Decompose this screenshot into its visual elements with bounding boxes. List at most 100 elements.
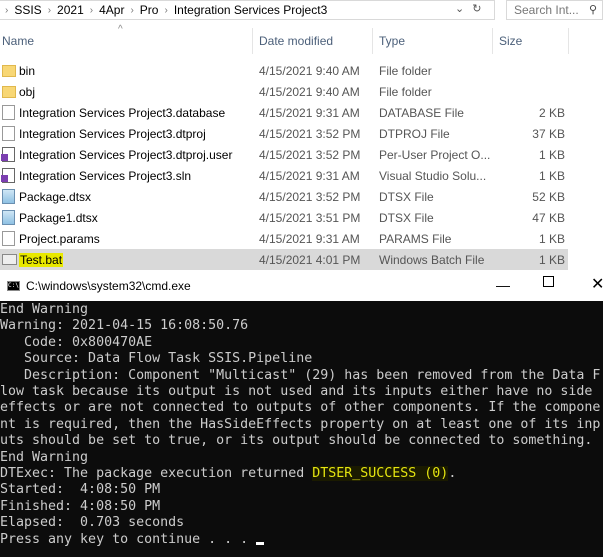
column-name[interactable]: Name: [2, 34, 34, 48]
file-name: Integration Services Project3.database: [19, 106, 225, 120]
file-type: Visual Studio Solu...: [379, 168, 487, 183]
file-name: Integration Services Project3.dtproj: [19, 127, 206, 141]
file-size: 47 KB: [532, 210, 565, 225]
vs-user-icon: [1, 147, 15, 162]
file-name: Integration Services Project3.dtproj.use…: [19, 148, 232, 162]
file-row[interactable]: Test.bat 4/15/2021 4:01 PM Windows Batch…: [0, 249, 568, 270]
file-size: 1 KB: [538, 231, 565, 246]
file-name: Integration Services Project3.sln: [19, 169, 191, 183]
search-placeholder: Search Int...: [514, 3, 579, 17]
chevron-right-icon: ›: [130, 4, 134, 16]
vs-solution-icon: [1, 168, 15, 183]
column-divider[interactable]: [568, 28, 569, 54]
dtsx-icon: [2, 210, 15, 225]
file-date: 4/15/2021 3:52 PM: [259, 126, 361, 141]
batch-icon: [2, 254, 17, 265]
file-icon: [2, 231, 15, 246]
file-name: bin: [19, 64, 35, 78]
console-output[interactable]: End Warning Warning: 2021-04-15 16:08:50.…: [0, 301, 603, 557]
file-name: Package.dtsx: [19, 190, 91, 204]
console-line: Code: 0x800470AE: [0, 334, 153, 350]
maximize-icon[interactable]: [543, 276, 554, 287]
file-size: 2 KB: [538, 105, 565, 120]
folder-icon: [2, 86, 16, 98]
file-date: 4/15/2021 3:51 PM: [259, 210, 361, 225]
file-date: 4/15/2021 4:01 PM: [259, 252, 361, 267]
file-row[interactable]: Integration Services Project3.sln 4/15/2…: [0, 165, 568, 186]
file-type: DTSX File: [379, 210, 434, 225]
refresh-icon[interactable]: ↻: [472, 2, 481, 15]
file-size: 1 KB: [538, 252, 565, 267]
breadcrumb-item[interactable]: 4Apr: [99, 3, 124, 17]
column-date[interactable]: Date modified: [259, 34, 333, 48]
file-name-text: bin: [19, 63, 36, 78]
console-line: DTExec: The package execution returned D…: [0, 466, 603, 482]
file-size: 52 KB: [532, 189, 565, 204]
file-row[interactable]: Integration Services Project3.database 4…: [0, 102, 568, 123]
folder-icon: [2, 65, 16, 77]
file-date: 4/15/2021 9:31 AM: [259, 168, 360, 183]
file-name-text: obj: [19, 84, 36, 99]
column-type[interactable]: Type: [379, 34, 405, 48]
result-text: DTExec: The package execution returned: [0, 466, 313, 482]
sort-ascending-icon: ^: [118, 24, 123, 35]
file-date: 4/15/2021 9:31 AM: [259, 231, 360, 246]
console-line: Started: 4:08:50 PM: [0, 482, 161, 498]
console-line: nt is required, then the HasSideEffects …: [0, 416, 601, 432]
console-line: Finished: 4:08:50 PM: [0, 498, 161, 514]
console-line: Press any key to continue . . .: [0, 532, 603, 548]
file-name-text: Integration Services Project3.dtproj: [19, 126, 206, 141]
address-bar[interactable]: › SSIS › 2021 › 4Apr › Pro › Integration…: [0, 0, 495, 20]
search-icon[interactable]: ⚲: [589, 3, 597, 16]
breadcrumb-item[interactable]: Integration Services Project3: [174, 3, 327, 17]
console-line: effects or are not connected to outputs …: [0, 400, 601, 416]
console-line: uts should be set to true, or its output…: [0, 433, 593, 449]
console-line: Source: Data Flow Task SSIS.Pipeline: [0, 351, 313, 367]
file-date: 4/15/2021 9:40 AM: [259, 63, 360, 78]
file-date: 4/15/2021 9:40 AM: [259, 84, 360, 99]
console-line: End Warning: [0, 302, 89, 317]
file-name-text: Project.params: [19, 231, 100, 246]
column-divider[interactable]: [252, 28, 253, 54]
file-type: Windows Batch File: [379, 252, 485, 267]
column-size[interactable]: Size: [499, 34, 522, 48]
file-size: 1 KB: [538, 168, 565, 183]
file-icon: [2, 126, 15, 141]
file-type: File folder: [379, 63, 432, 78]
cmd-icon: C:\: [7, 281, 20, 291]
dropdown-chevron-icon[interactable]: ⌄: [455, 2, 464, 15]
file-row[interactable]: bin 4/15/2021 9:40 AM File folder: [0, 60, 568, 81]
file-row[interactable]: Integration Services Project3.dtproj 4/1…: [0, 123, 568, 144]
file-name-text: Integration Services Project3.dtproj.use…: [19, 147, 233, 162]
chevron-right-icon: ›: [164, 4, 168, 16]
file-name-text: Test.bat: [19, 252, 64, 267]
breadcrumb-item[interactable]: SSIS: [14, 3, 41, 17]
column-divider[interactable]: [372, 28, 373, 54]
file-name-text: Package.dtsx: [19, 189, 92, 204]
file-name: Project.params: [19, 232, 100, 246]
file-name-text: Integration Services Project3.database: [19, 105, 226, 120]
file-row[interactable]: obj 4/15/2021 9:40 AM File folder: [0, 81, 568, 102]
breadcrumb-item[interactable]: 2021: [57, 3, 84, 17]
file-date: 4/15/2021 3:52 PM: [259, 189, 361, 204]
chevron-right-icon: ›: [5, 4, 9, 16]
minimize-icon[interactable]: —: [496, 277, 510, 293]
console-line: End Warning: [0, 449, 89, 465]
close-icon[interactable]: ✕: [591, 274, 603, 294]
file-row[interactable]: Package.dtsx 4/15/2021 3:52 PM DTSX File…: [0, 186, 568, 207]
column-divider[interactable]: [492, 28, 493, 54]
console-line: Elapsed: 0.703 seconds: [0, 515, 185, 531]
file-row[interactable]: Project.params 4/15/2021 9:31 AM PARAMS …: [0, 228, 568, 249]
file-name: Package1.dtsx: [19, 211, 98, 225]
file-name-text: Package1.dtsx: [19, 210, 98, 225]
search-input[interactable]: Search Int... ⚲: [506, 0, 603, 20]
file-size: 37 KB: [532, 126, 565, 141]
breadcrumb-item[interactable]: Pro: [140, 3, 159, 17]
file-row[interactable]: Integration Services Project3.dtproj.use…: [0, 144, 568, 165]
file-size: 1 KB: [538, 147, 565, 162]
file-row[interactable]: Package1.dtsx 4/15/2021 3:51 PM DTSX Fil…: [0, 207, 568, 228]
file-date: 4/15/2021 9:31 AM: [259, 105, 360, 120]
cmd-title-bar[interactable]: C:\ C:\windows\system32\cmd.exe — ✕: [0, 272, 603, 301]
console-line: Description: Component "Multicast" (29) …: [0, 367, 601, 383]
file-type: DTSX File: [379, 189, 434, 204]
